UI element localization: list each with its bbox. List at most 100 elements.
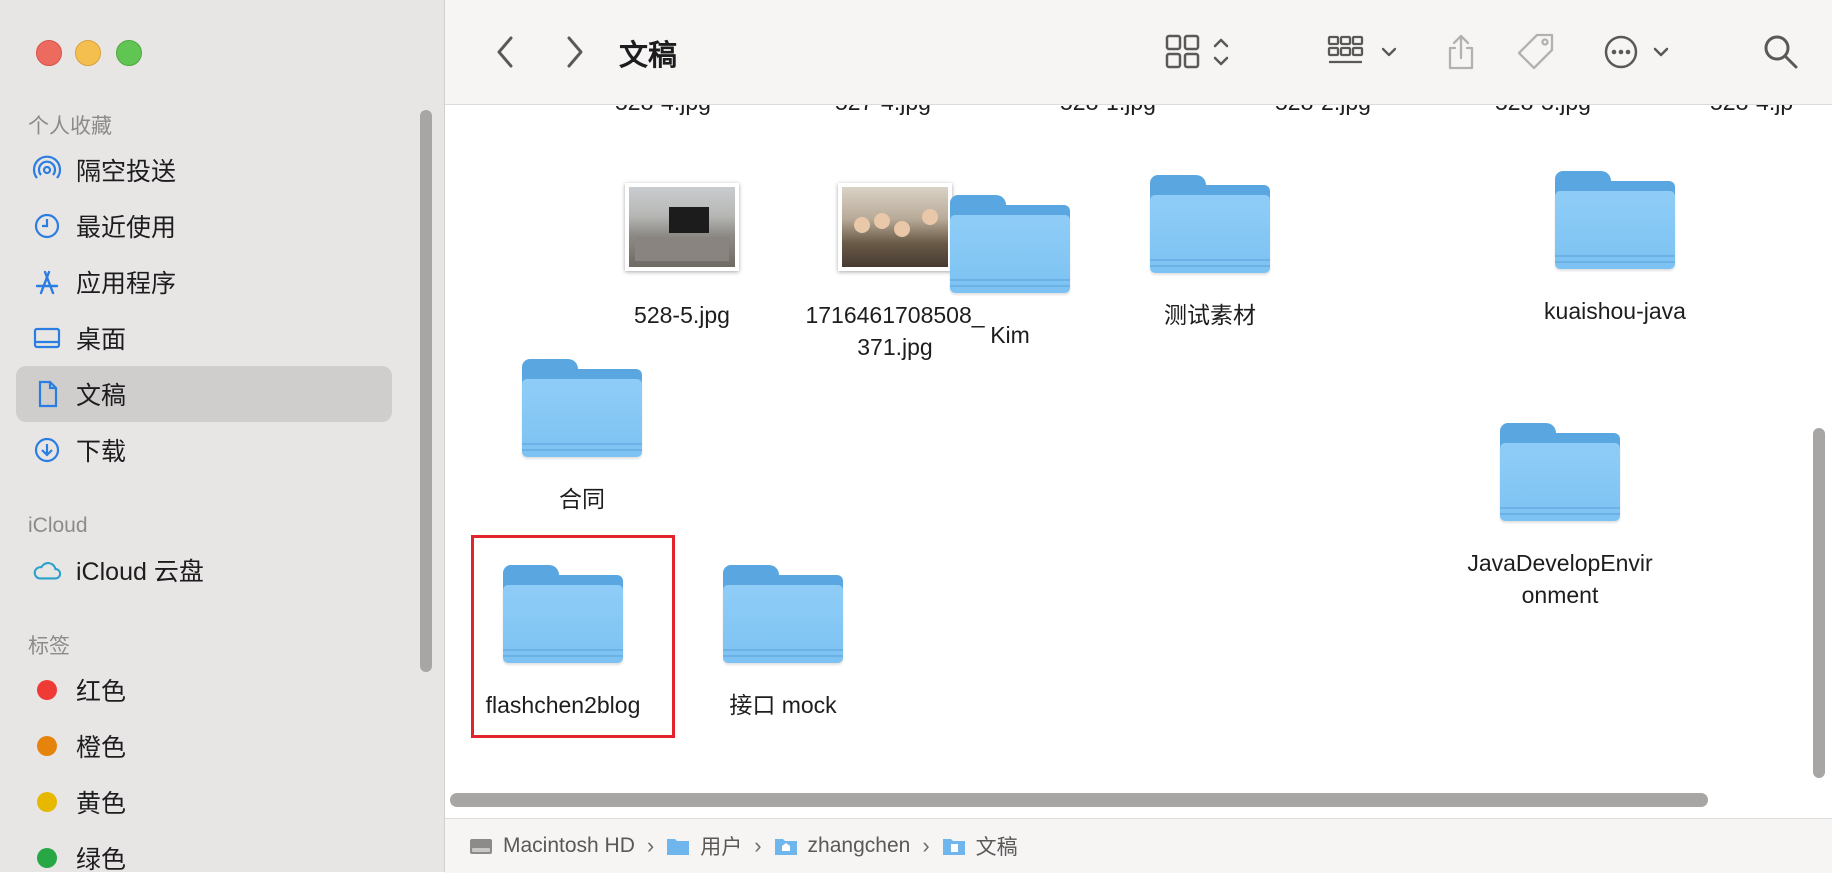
applications-icon: [32, 267, 62, 297]
file-name: kuaishou-java: [1544, 298, 1686, 324]
path-crumb-label: 用户: [700, 836, 743, 859]
sidebar-item-label: 桌面: [76, 326, 127, 354]
file-name-partial[interactable]: 528-1.jpg: [1060, 105, 1156, 116]
image-thumbnail: [625, 183, 739, 271]
file-name: JavaDevelopEnvir: [1467, 550, 1653, 576]
sidebar-item-desktop[interactable]: 桌面: [16, 310, 392, 366]
folder-icon: [950, 195, 1070, 295]
folder-item[interactable]: Kim: [920, 195, 1100, 351]
sidebar-item-label: 应用程序: [76, 270, 177, 298]
tag-button[interactable]: [1515, 32, 1559, 72]
sidebar-item-label: 红色: [76, 678, 127, 706]
folder-item[interactable]: kuaishou-java: [1505, 171, 1725, 327]
sidebar-tag-green[interactable]: 绿色: [16, 830, 392, 886]
window-title: 文稿: [619, 40, 678, 72]
path-crumb-label: 文稿: [975, 836, 1018, 859]
file-name-partial[interactable]: 528-2.jpg: [1275, 105, 1371, 116]
folder-icon: [1500, 423, 1620, 523]
folder-icon: [667, 839, 690, 855]
sidebar-item-label: iCloud 云盘: [76, 558, 204, 586]
documents-folder-icon: [942, 839, 965, 855]
highlight-box: [471, 535, 675, 738]
more-actions-button[interactable]: [1603, 32, 1673, 72]
tags-section-label: 标签: [28, 635, 70, 658]
sidebar-tag-orange[interactable]: 橙色: [16, 718, 392, 774]
sidebar-item-downloads[interactable]: 下载: [16, 422, 392, 478]
sidebar-item-label: 最近使用: [76, 214, 177, 242]
icon-view-grid-icon: [1165, 34, 1229, 69]
path-crumb-documents[interactable]: 文稿: [942, 831, 1018, 861]
sidebar-tag-red[interactable]: 红色: [16, 662, 392, 718]
sidebar-item-icloud-drive[interactable]: iCloud 云盘: [16, 542, 392, 598]
folder-item[interactable]: 测试素材: [1110, 175, 1310, 331]
vertical-scrollbar[interactable]: [1813, 428, 1825, 778]
file-name: 528-5.jpg: [634, 302, 730, 328]
view-mode-button[interactable]: [1165, 32, 1235, 72]
folder-item[interactable]: 接口 mock: [693, 565, 873, 721]
search-button[interactable]: [1761, 32, 1801, 72]
file-name-partial[interactable]: 528-4.jp: [1710, 105, 1793, 116]
folder-icon: [1555, 171, 1675, 271]
group-grid-icon: [1327, 35, 1397, 64]
horizontal-scrollbar[interactable]: [450, 793, 1708, 807]
forward-button[interactable]: [555, 32, 595, 72]
file-name: 测试素材: [1164, 302, 1256, 328]
sidebar-tag-yellow[interactable]: 黄色: [16, 774, 392, 830]
sidebar-item-label: 绿色: [76, 846, 127, 874]
file-name-partial[interactable]: 528-3.jpg: [1495, 105, 1591, 116]
sidebar-item-label: 隔空投送: [76, 158, 177, 186]
file-item[interactable]: 528-5.jpg: [592, 183, 772, 331]
folder-icon: [1150, 175, 1270, 275]
folder-item[interactable]: JavaDevelopEnvir onment: [1445, 423, 1675, 611]
sidebar-item-airdrop[interactable]: 隔空投送: [16, 142, 392, 198]
folder-icon: [522, 359, 642, 459]
tag-dot-icon: [32, 675, 62, 705]
sidebar-item-label: 黄色: [76, 790, 127, 818]
share-icon: [1448, 34, 1474, 70]
tag-dot-icon: [32, 731, 62, 761]
hard-drive-icon: [470, 839, 492, 854]
zoom-window-button[interactable]: [116, 40, 142, 66]
path-bar: Macintosh HD › 用户 › zhangchen › 文稿: [445, 818, 1832, 873]
sidebar-item-applications[interactable]: 应用程序: [16, 254, 392, 310]
close-window-button[interactable]: [36, 40, 62, 66]
sidebar-scrollbar[interactable]: [420, 110, 432, 672]
minimize-window-button[interactable]: [75, 40, 101, 66]
sidebar: 个人收藏 隔空投送 最近使用 应用程序 桌面 文稿 下载 iCloud iClo…: [0, 0, 445, 874]
tag-dot-icon: [32, 843, 62, 873]
path-crumb-users[interactable]: 用户: [666, 831, 742, 861]
file-name: 合同: [559, 486, 605, 512]
document-icon: [32, 379, 62, 409]
toolbar: 文稿: [445, 0, 1832, 105]
download-icon: [32, 435, 62, 465]
back-button[interactable]: [485, 32, 525, 72]
path-crumb-label: zhangchen: [807, 834, 911, 857]
path-crumb-home[interactable]: zhangchen: [774, 834, 911, 858]
tag-dot-icon: [32, 787, 62, 817]
path-separator: ›: [922, 833, 930, 858]
clock-icon: [32, 211, 62, 241]
airdrop-icon: [32, 155, 62, 185]
icloud-section-label: iCloud: [28, 514, 88, 537]
desktop-icon: [32, 323, 62, 353]
folder-icon: [723, 565, 843, 665]
file-name: 接口 mock: [729, 692, 837, 718]
path-crumb-disk[interactable]: Macintosh HD: [469, 834, 635, 858]
path-separator: ›: [754, 833, 762, 858]
sidebar-item-documents[interactable]: 文稿: [16, 366, 392, 422]
chevron-right-icon: [567, 36, 583, 68]
file-name-partial[interactable]: 528-4.jpg: [615, 105, 711, 116]
chevron-left-icon: [497, 36, 513, 68]
tag-icon: [1517, 33, 1554, 70]
sidebar-item-recents[interactable]: 最近使用: [16, 198, 392, 254]
share-button[interactable]: [1443, 32, 1479, 72]
search-icon: [1764, 35, 1798, 69]
folder-item[interactable]: 合同: [492, 359, 672, 515]
path-crumb-label: Macintosh HD: [503, 834, 635, 857]
favorites-section-label: 个人收藏: [28, 115, 112, 138]
group-by-button[interactable]: [1327, 32, 1403, 72]
sidebar-item-label: 下载: [76, 438, 127, 466]
path-separator: ›: [646, 833, 655, 858]
home-folder-icon: [774, 839, 797, 855]
file-name-partial[interactable]: 527-4.jpg: [835, 105, 931, 116]
